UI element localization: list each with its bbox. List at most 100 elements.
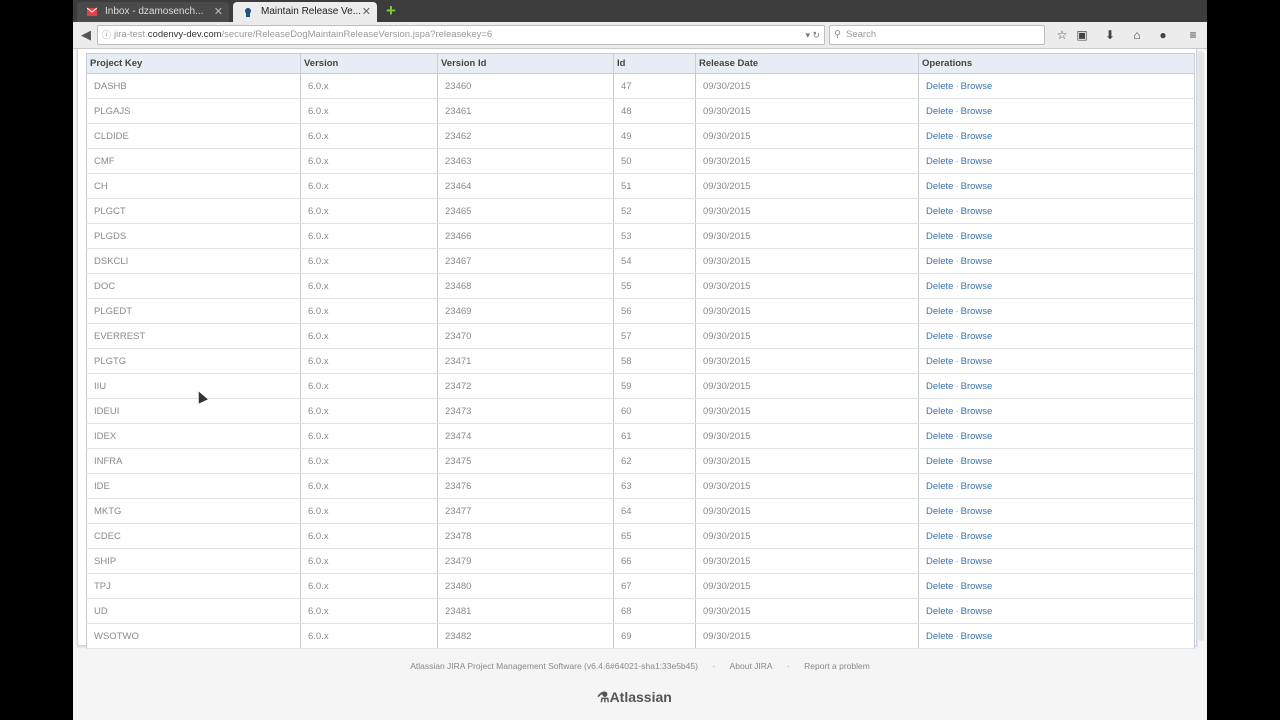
cell-operations: Delete · Browse	[918, 373, 1195, 399]
operations-separator: ·	[955, 605, 959, 617]
cell-operations: Delete · Browse	[918, 623, 1195, 649]
delete-link[interactable]: Delete	[926, 631, 953, 642]
delete-link[interactable]: Delete	[926, 581, 953, 592]
column-header-version[interactable]: Version	[300, 53, 438, 74]
cell-version: 6.0.x	[300, 173, 438, 199]
scrollbar[interactable]	[1197, 49, 1205, 645]
cell-release-date: 09/30/2015	[695, 548, 919, 574]
column-header-release-date[interactable]: Release Date	[695, 53, 919, 74]
report-problem-link[interactable]: Report a problem	[804, 661, 870, 671]
browse-link[interactable]: Browse	[961, 356, 993, 367]
atlassian-logo[interactable]: ⚗Atlassian	[597, 689, 672, 706]
browse-link[interactable]: Browse	[961, 431, 993, 442]
reload-icon[interactable]: ▾ ↻	[805, 26, 820, 44]
site-info-icon[interactable]: ⓘ	[102, 26, 111, 44]
browse-link[interactable]: Browse	[961, 456, 993, 467]
browse-link[interactable]: Browse	[961, 231, 993, 242]
browse-link[interactable]: Browse	[961, 181, 993, 192]
delete-link[interactable]: Delete	[926, 81, 953, 92]
column-header-project-key[interactable]: Project Key	[86, 53, 301, 74]
cell-version-id: 23473	[437, 398, 614, 424]
clipboard-icon[interactable]: ▣	[1073, 26, 1091, 44]
browse-link[interactable]: Browse	[961, 106, 993, 117]
tab-maintain-release[interactable]: Maintain Release Ve... ✕	[233, 2, 377, 22]
browse-link[interactable]: Browse	[961, 156, 993, 167]
cell-release-date: 09/30/2015	[695, 223, 919, 249]
delete-link[interactable]: Delete	[926, 181, 953, 192]
menu-icon[interactable]: ≡	[1184, 26, 1202, 44]
delete-link[interactable]: Delete	[926, 281, 953, 292]
cell-release-date: 09/30/2015	[695, 198, 919, 224]
delete-link[interactable]: Delete	[926, 206, 953, 217]
cell-release-date: 09/30/2015	[695, 473, 919, 499]
browse-link[interactable]: Browse	[961, 306, 993, 317]
cell-release-date: 09/30/2015	[695, 598, 919, 624]
delete-link[interactable]: Delete	[926, 406, 953, 417]
browse-link[interactable]: Browse	[961, 506, 993, 517]
browse-link[interactable]: Browse	[961, 206, 993, 217]
delete-link[interactable]: Delete	[926, 356, 953, 367]
cell-version: 6.0.x	[300, 223, 438, 249]
browse-link[interactable]: Browse	[961, 131, 993, 142]
browse-link[interactable]: Browse	[961, 406, 993, 417]
delete-link[interactable]: Delete	[926, 156, 953, 167]
operations-separator: ·	[955, 205, 959, 217]
browse-link[interactable]: Browse	[961, 481, 993, 492]
delete-link[interactable]: Delete	[926, 606, 953, 617]
cell-operations: Delete · Browse	[918, 398, 1195, 424]
new-tab-button[interactable]: +	[383, 2, 399, 19]
browse-link[interactable]: Browse	[961, 631, 993, 642]
back-button[interactable]: ◀	[77, 26, 95, 44]
cell-id: 67	[613, 573, 696, 599]
cell-operations: Delete · Browse	[918, 248, 1195, 274]
column-header-id[interactable]: Id	[613, 53, 696, 74]
delete-link[interactable]: Delete	[926, 531, 953, 542]
table-row: EVERREST 6.0.x 23470 57 09/30/2015 Delete · Bro…	[86, 323, 1195, 349]
home-icon[interactable]: ⌂	[1128, 26, 1146, 44]
delete-link[interactable]: Delete	[926, 481, 953, 492]
delete-link[interactable]: Delete	[926, 306, 953, 317]
browse-link[interactable]: Browse	[961, 256, 993, 267]
scrollbar-thumb[interactable]	[1198, 51, 1204, 641]
cell-id: 58	[613, 348, 696, 374]
cell-version: 6.0.x	[300, 248, 438, 274]
close-icon[interactable]: ✕	[362, 2, 371, 22]
cell-release-date: 09/30/2015	[695, 348, 919, 374]
page-content: Project Key Version Version Id Id Releas…	[73, 49, 1207, 720]
delete-link[interactable]: Delete	[926, 456, 953, 467]
search-input[interactable]: ⚲ Search	[829, 25, 1045, 45]
versions-panel: Project Key Version Version Id Id Releas…	[77, 49, 1197, 649]
delete-link[interactable]: Delete	[926, 331, 953, 342]
about-jira-link[interactable]: About JIRA	[730, 661, 773, 671]
delete-link[interactable]: Delete	[926, 556, 953, 567]
delete-link[interactable]: Delete	[926, 231, 953, 242]
operations-separator: ·	[955, 555, 959, 567]
delete-link[interactable]: Delete	[926, 506, 953, 517]
tab-inbox[interactable]: Inbox - dzamosench... ✕	[77, 2, 229, 22]
chat-icon[interactable]: ●	[1154, 26, 1172, 44]
browse-link[interactable]: Browse	[961, 331, 993, 342]
browse-link[interactable]: Browse	[961, 531, 993, 542]
download-icon[interactable]: ⬇	[1101, 26, 1119, 44]
browse-link[interactable]: Browse	[961, 381, 993, 392]
browse-link[interactable]: Browse	[961, 606, 993, 617]
browse-link[interactable]: Browse	[961, 581, 993, 592]
delete-link[interactable]: Delete	[926, 431, 953, 442]
browse-link[interactable]: Browse	[961, 81, 993, 92]
browse-link[interactable]: Browse	[961, 281, 993, 292]
bookmark-star-icon[interactable]: ☆	[1053, 26, 1071, 44]
browse-link[interactable]: Browse	[961, 556, 993, 567]
delete-link[interactable]: Delete	[926, 381, 953, 392]
column-header-version-id[interactable]: Version Id	[437, 53, 614, 74]
delete-link[interactable]: Delete	[926, 131, 953, 142]
table-row: IDEX 6.0.x 23474 61 09/30/2015 Delete · Browse	[86, 423, 1195, 449]
url-bar[interactable]: ⓘ jira-test.codenvy-dev.com/secure/Relea…	[97, 25, 825, 45]
cell-id: 66	[613, 548, 696, 574]
cell-project-key: PLGAJS	[86, 98, 301, 124]
cell-id: 63	[613, 473, 696, 499]
delete-link[interactable]: Delete	[926, 106, 953, 117]
table-row: TPJ 6.0.x 23480 67 09/30/2015 Delete · Browse	[86, 573, 1195, 599]
delete-link[interactable]: Delete	[926, 256, 953, 267]
cell-project-key: TPJ	[86, 573, 301, 599]
close-icon[interactable]: ✕	[214, 2, 223, 22]
